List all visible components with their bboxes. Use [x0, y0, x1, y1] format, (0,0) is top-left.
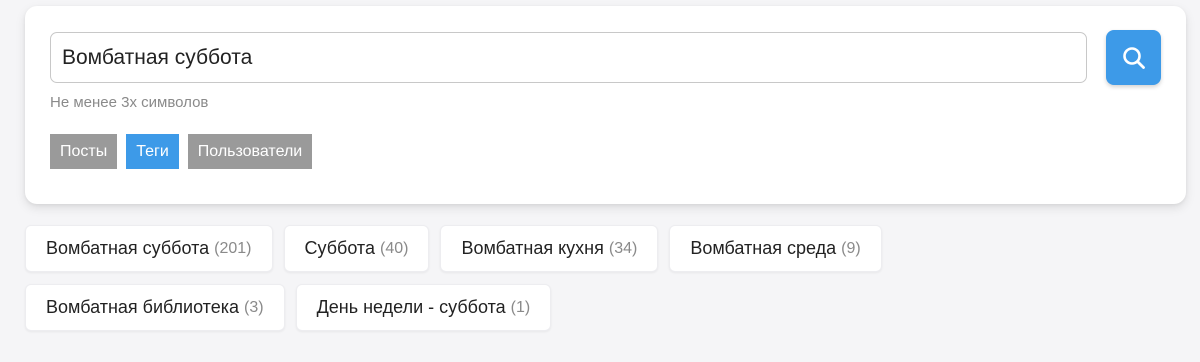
tab-tags[interactable]: Теги: [126, 134, 179, 169]
search-panel: Не менее 3х символов Посты Теги Пользова…: [25, 6, 1186, 204]
tab-posts[interactable]: Посты: [50, 134, 118, 169]
tag-chip[interactable]: Вомбатная среда (9): [669, 225, 882, 272]
tag-name: Вомбатная суббота: [46, 238, 210, 258]
tag-name: Вомбатная библиотека: [46, 297, 240, 317]
tag-name: День недели - суббота: [316, 297, 506, 317]
tag-chip[interactable]: День недели - суббота (1): [295, 284, 552, 331]
tag-count: (201): [214, 239, 252, 257]
tag-name: Вомбатная кухня: [461, 238, 604, 258]
search-icon: [1122, 46, 1145, 69]
tag-results: Вомбатная суббота (201) Суббота (40) Вом…: [25, 225, 1025, 331]
tag-name: Вомбатная среда: [690, 238, 837, 258]
filter-tabs: Посты Теги Пользователи: [50, 134, 313, 169]
tag-count: (1): [510, 298, 531, 316]
tag-count: (40): [380, 239, 409, 257]
tag-chip[interactable]: Вомбатная кухня (34): [440, 225, 659, 272]
tag-chip[interactable]: Вомбатная библиотека (3): [25, 284, 285, 331]
tag-name: Суббота: [304, 238, 376, 258]
tag-count: (3): [244, 298, 264, 316]
search-input[interactable]: [50, 32, 1087, 83]
tag-chip[interactable]: Вомбатная суббота (201): [25, 225, 273, 272]
search-hint: Не менее 3х символов: [50, 94, 209, 111]
tag-count: (9): [841, 239, 861, 257]
search-button[interactable]: [1106, 30, 1161, 85]
tag-chip[interactable]: Суббота (40): [283, 225, 430, 272]
tab-users[interactable]: Пользователи: [187, 134, 313, 169]
tag-count: (34): [608, 239, 638, 257]
